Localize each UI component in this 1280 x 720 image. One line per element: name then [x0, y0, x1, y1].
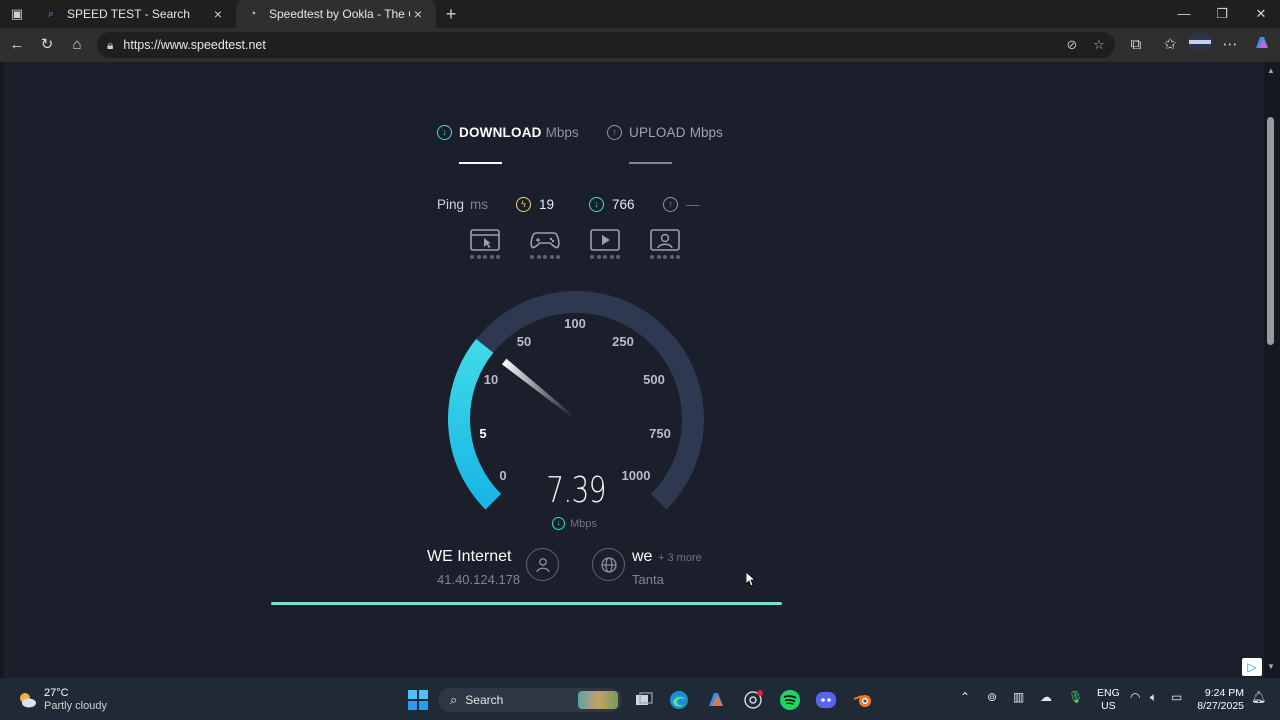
gauge-tick-label: 250: [612, 334, 634, 349]
globe-icon[interactable]: [592, 548, 625, 581]
partly-cloudy-icon: [20, 693, 36, 708]
gauge-tick-label: 10: [484, 372, 498, 387]
clock-date: 8/27/2025: [1197, 700, 1244, 712]
gauge-tick-label: 100: [564, 316, 586, 331]
tray-graph-icon[interactable]: ▥: [1013, 690, 1024, 704]
notification-icon[interactable]: 🔔︎: [1251, 690, 1266, 704]
gauge-tick-label: 0: [499, 468, 506, 483]
speed-unit: ↓ Mbps: [552, 517, 597, 530]
wifi-icon[interactable]: ◠: [1130, 690, 1140, 704]
lang-top: ENG: [1097, 687, 1120, 699]
edge-browser-icon[interactable]: [667, 688, 691, 712]
gauge-tick-label: 50: [517, 334, 531, 349]
server-more-link[interactable]: + 3 more: [658, 552, 702, 564]
speed-unit-text: Mbps: [570, 517, 597, 530]
gauge-tick-label: 500: [643, 372, 665, 387]
mouse-cursor-icon: [745, 571, 757, 592]
weather-desc: Partly cloudy: [44, 700, 107, 712]
gauge-tick-labels: 0 5 10 50 100 250 500 750 1000: [479, 316, 670, 483]
tray-app-icon[interactable]: ⊚: [987, 690, 997, 704]
search-label: Search: [465, 693, 504, 707]
battery-icon[interactable]: ▭: [1171, 690, 1182, 704]
spotify-icon[interactable]: [778, 688, 802, 712]
clock-time: 9:24 PM: [1204, 687, 1244, 699]
chrome-app-icon[interactable]: [741, 688, 765, 712]
gauge-tick-label: 1000: [622, 468, 651, 483]
isp-name: WE Internet: [427, 548, 512, 565]
search-highlight-image: [578, 691, 618, 709]
copilot-app-icon[interactable]: [704, 688, 728, 712]
gauge-needle: [501, 358, 574, 418]
discord-icon[interactable]: [814, 688, 838, 712]
gauge-tick-label: 5: [479, 426, 486, 441]
show-hidden-icons-icon[interactable]: ⌃: [960, 690, 970, 704]
server-location: Tanta: [632, 572, 664, 587]
gauge-fill: [448, 338, 502, 510]
speed-download-icon: ↓: [552, 517, 565, 530]
search-icon: ⌕: [450, 692, 458, 707]
microphone-icon[interactable]: 🎙︎: [1068, 690, 1083, 704]
clock[interactable]: 9:24 PM 8/27/2025: [1196, 687, 1244, 713]
speed-gauge: 0 5 10 50 100 250 500 750 1000: [448, 291, 704, 510]
speed-value: 7.39: [546, 470, 606, 511]
windows-start-icon[interactable]: [406, 688, 430, 712]
test-progress-bar: [271, 602, 782, 605]
isp-ip: 41.40.124.178: [437, 572, 521, 587]
onedrive-icon[interactable]: ☁: [1040, 690, 1052, 704]
language-indicator[interactable]: ENG US: [1097, 687, 1120, 713]
task-view-icon[interactable]: [632, 688, 656, 712]
taskbar-search[interactable]: ⌕ Search: [438, 688, 622, 712]
volume-icon[interactable]: 🔈︎: [1150, 690, 1157, 705]
weather-temp: 27°C: [44, 687, 69, 699]
user-icon[interactable]: [526, 548, 559, 581]
blender-icon[interactable]: [851, 688, 875, 712]
gauge-tick-label: 750: [649, 426, 671, 441]
weather-widget[interactable]: 27°C Partly cloudy: [16, 687, 107, 713]
server-name[interactable]: we: [632, 548, 652, 566]
lang-bottom: US: [1101, 700, 1116, 712]
